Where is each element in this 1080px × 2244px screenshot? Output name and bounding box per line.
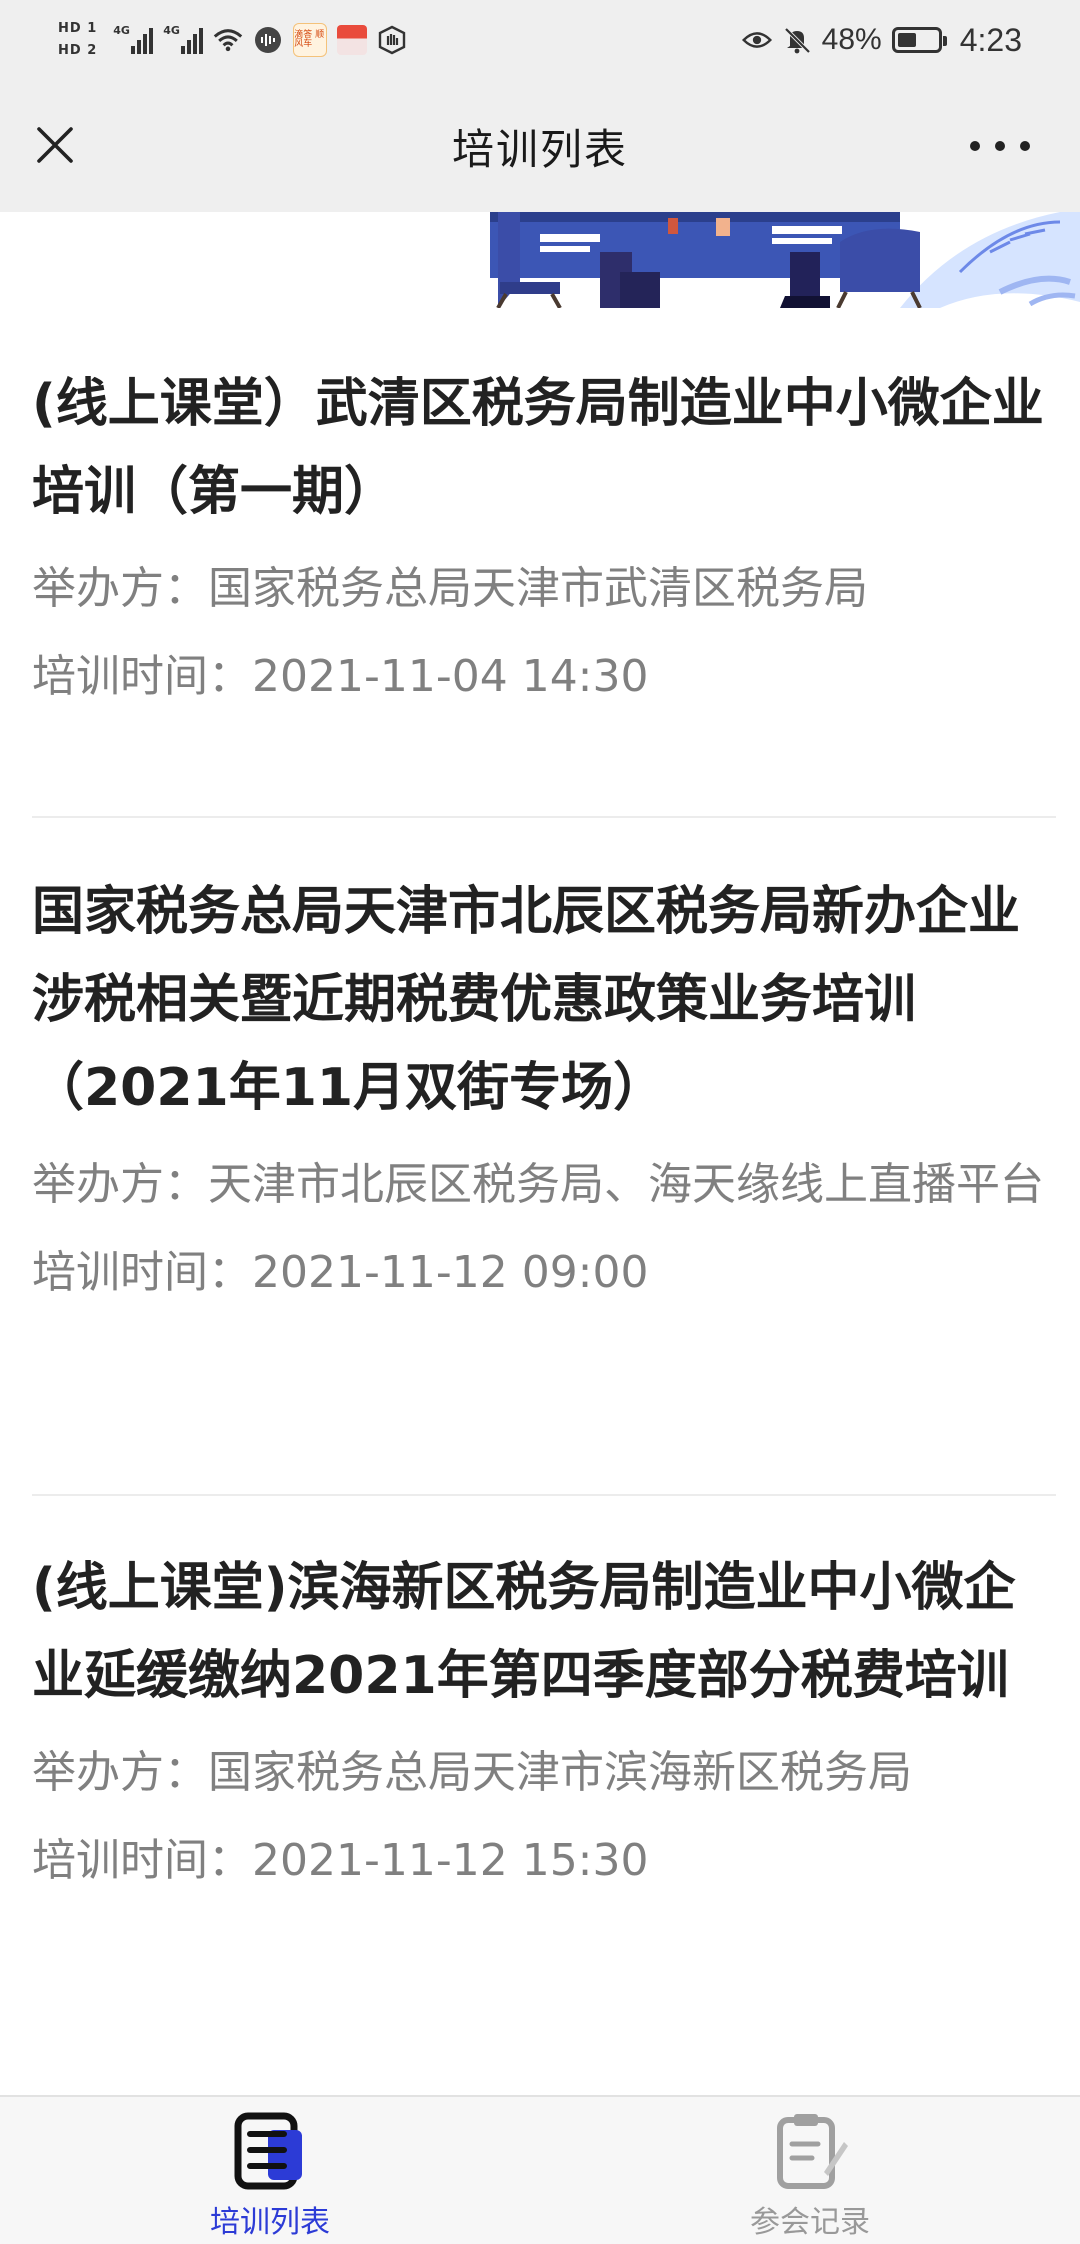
battery-icon bbox=[891, 27, 947, 53]
organizer-line: 举办方：国家税务总局天津市滨海新区税务局 bbox=[32, 1738, 1056, 1808]
divider bbox=[32, 816, 1056, 818]
signal-2-icon: 4G bbox=[163, 24, 204, 54]
training-card[interactable]: 国家税务总局天津市北辰区税务局新办企业涉税相关暨近期税费优惠政策业务培训（202… bbox=[32, 832, 1056, 1308]
organizer-value: 国家税务总局天津市滨海新区税务局 bbox=[208, 1747, 912, 1798]
ride-app-icon: 滴答 顺风车 bbox=[293, 23, 328, 57]
page-title: 培训列表 bbox=[451, 124, 628, 174]
sim2-label: HD 2 bbox=[58, 43, 98, 58]
bottom-tab-bar: 培训列表 参会记录 bbox=[0, 2095, 1080, 2244]
status-bar: HD 1 HD 2 4G 4G 滴答 顺风车 48% 4:23 bbox=[0, 0, 1080, 80]
organizer-label: 举办方： bbox=[32, 563, 208, 614]
tab-label: 培训列表 bbox=[210, 2205, 330, 2240]
time-line: 培训时间：2021-11-12 09:00 bbox=[32, 1238, 1056, 1308]
list-doc-icon bbox=[230, 2111, 310, 2191]
sim1-label: HD 1 bbox=[58, 21, 98, 36]
audio-wave-icon bbox=[253, 25, 283, 55]
status-right: 48% 4:23 bbox=[741, 21, 1022, 59]
mute-bell-icon bbox=[782, 25, 812, 55]
wifi-icon bbox=[213, 25, 243, 55]
banner-image bbox=[0, 212, 1080, 308]
eye-icon bbox=[741, 25, 772, 55]
sim-indicator: HD 1 HD 2 bbox=[58, 21, 97, 59]
time-value: 2021-11-04 14:30 bbox=[252, 651, 649, 702]
battery-percent: 48% bbox=[821, 23, 882, 56]
organizer-value: 天津市北辰区税务局、海天缘线上直播平台 bbox=[208, 1159, 1044, 1210]
time-label: 培训时间： bbox=[32, 1247, 252, 1298]
clock: 4:23 bbox=[959, 21, 1022, 58]
more-menu-button[interactable] bbox=[970, 128, 1030, 164]
hand-shield-icon bbox=[377, 25, 407, 55]
organizer-label: 举办方： bbox=[32, 1159, 208, 1210]
organizer-line: 举办方：天津市北辰区税务局、海天缘线上直播平台 bbox=[32, 1150, 1056, 1220]
organizer-value: 国家税务总局天津市武清区税务局 bbox=[208, 563, 868, 614]
tab-attendance-records[interactable]: 参会记录 bbox=[680, 2111, 940, 2241]
network-2-label: 4G bbox=[163, 24, 180, 37]
time-line: 培训时间：2021-11-12 15:30 bbox=[32, 1826, 1056, 1896]
organizer-label: 举办方： bbox=[32, 1747, 208, 1798]
status-left: HD 1 HD 2 4G 4G 滴答 顺风车 bbox=[58, 21, 407, 59]
time-label: 培训时间： bbox=[32, 1835, 252, 1886]
training-title: (线上课堂)滨海新区税务局制造业中小微企业延缓缴纳2021年第四季度部分税费培训 bbox=[32, 1558, 1016, 1706]
more-dot-icon bbox=[1020, 141, 1030, 151]
time-value: 2021-11-12 09:00 bbox=[252, 1247, 649, 1298]
training-title: (线上课堂）武清区税务局制造业中小微企业培训（第一期） bbox=[32, 374, 1044, 522]
nav-bar: 培训列表 bbox=[0, 80, 1080, 212]
signal-1-icon: 4G bbox=[113, 24, 154, 54]
tab-label: 参会记录 bbox=[750, 2205, 870, 2240]
meeting-illustration bbox=[490, 212, 1080, 308]
red-app-icon bbox=[337, 25, 368, 55]
record-clipboard-icon bbox=[770, 2111, 850, 2191]
battery-level bbox=[897, 33, 916, 47]
more-dot-icon bbox=[995, 141, 1005, 151]
divider bbox=[32, 1494, 1056, 1496]
training-card[interactable]: (线上课堂)滨海新区税务局制造业中小微企业延缓缴纳2021年第四季度部分税费培训… bbox=[32, 1508, 1056, 1896]
close-icon bbox=[37, 127, 73, 163]
time-line: 培训时间：2021-11-04 14:30 bbox=[32, 642, 1056, 712]
more-dot-icon bbox=[970, 141, 980, 151]
training-card[interactable]: (线上课堂）武清区税务局制造业中小微企业培训（第一期） 举办方：国家税务总局天津… bbox=[32, 308, 1056, 712]
time-label: 培训时间： bbox=[32, 651, 252, 702]
organizer-line: 举办方：国家税务总局天津市武清区税务局 bbox=[32, 554, 1056, 624]
tab-training-list[interactable]: 培训列表 bbox=[140, 2111, 400, 2241]
close-button[interactable] bbox=[30, 120, 80, 170]
network-1-label: 4G bbox=[113, 24, 130, 37]
time-value: 2021-11-12 15:30 bbox=[252, 1835, 649, 1886]
training-title: 国家税务总局天津市北辰区税务局新办企业涉税相关暨近期税费优惠政策业务培训（202… bbox=[32, 882, 1021, 1118]
